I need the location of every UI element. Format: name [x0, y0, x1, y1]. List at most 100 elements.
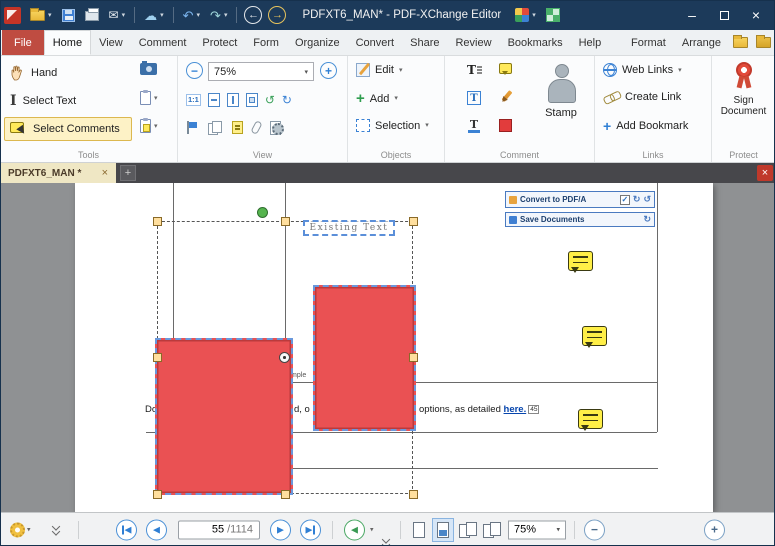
tab-organize[interactable]: Organize — [287, 30, 348, 55]
first-page-button[interactable]: ◀ — [116, 519, 137, 540]
last-page-button[interactable]: ▶ — [300, 519, 321, 540]
create-link-button[interactable]: Create Link — [603, 91, 681, 103]
snapshot-button[interactable] — [140, 63, 157, 75]
document-tab[interactable]: PDFXT6_MAN * × — [0, 163, 116, 183]
text-box-tool-button[interactable]: T — [467, 91, 481, 105]
tab-home[interactable]: Home — [44, 30, 91, 55]
web-links-button[interactable]: Web Links▾ — [603, 63, 682, 77]
cloud-button[interactable]: ☁▾ — [140, 7, 168, 24]
add-bookmark-button[interactable]: +Add Bookmark — [603, 119, 688, 133]
print-button[interactable] — [81, 7, 103, 23]
red-rectangle-annotation-1[interactable] — [313, 285, 416, 431]
tab-format[interactable]: Format — [623, 30, 674, 55]
tab-arrange[interactable]: Arrange — [674, 30, 729, 55]
selection-center-handle[interactable] — [279, 352, 290, 363]
tab-file[interactable]: File — [2, 30, 44, 55]
quick-launch-button-2[interactable] — [752, 30, 775, 55]
tab-share[interactable]: Share — [402, 30, 447, 55]
redo-button[interactable]: ↷▾ — [206, 7, 231, 24]
fit-width-icon[interactable] — [208, 93, 220, 107]
tab-close-icon[interactable]: × — [102, 168, 108, 179]
add-objects-button[interactable]: +Add▾ — [356, 91, 398, 106]
tab-view[interactable]: View — [91, 30, 131, 55]
attachments-pane-icon[interactable] — [250, 120, 262, 135]
selection-handle[interactable] — [281, 217, 290, 226]
view-mode-continuous-button[interactable] — [480, 518, 502, 542]
tab-convert[interactable]: Convert — [348, 30, 403, 55]
pdf-page[interactable]: Convert to PDF/A ✓ ↻ ↺ Save Documents ↻ … — [75, 183, 713, 512]
selection-handle[interactable] — [409, 353, 418, 362]
red-rectangle-annotation-2[interactable] — [155, 338, 293, 495]
options-button[interactable]: ▾ — [10, 522, 31, 537]
new-tab-button[interactable]: + — [120, 165, 136, 181]
view-mode-two-pages-button[interactable] — [456, 518, 478, 542]
hand-tool-button[interactable]: Hand — [4, 61, 128, 85]
selection-handle[interactable] — [153, 353, 162, 362]
stamp-button[interactable]: Stamp — [533, 62, 589, 119]
edit-objects-button[interactable]: Edit▾ — [356, 63, 402, 77]
zoom-out-button[interactable]: − — [584, 519, 605, 540]
collapse-statusbar-button[interactable] — [52, 523, 62, 536]
select-comments-tool-button[interactable]: Select Comments — [4, 117, 132, 141]
tab-protect[interactable]: Protect — [194, 30, 245, 55]
tab-form[interactable]: Form — [245, 30, 287, 55]
selection-handle[interactable] — [409, 490, 418, 499]
rectangle-tool-button[interactable] — [499, 119, 512, 132]
zoom-in-ribbon-button[interactable]: + — [320, 62, 337, 79]
selection-handle[interactable] — [281, 490, 290, 499]
paste-button[interactable]: ▾ — [140, 91, 158, 105]
fit-page-icon[interactable] — [246, 93, 258, 107]
zoom-out-ribbon-button[interactable]: − — [186, 62, 203, 79]
quick-launch-button-1[interactable] — [729, 30, 752, 55]
sessions-button[interactable] — [542, 6, 564, 24]
typewriter-tool-button[interactable]: T — [467, 63, 483, 77]
close-button[interactable]: × — [741, 3, 771, 27]
selection-handle[interactable] — [409, 217, 418, 226]
sticky-note-comment[interactable] — [582, 326, 607, 346]
bookmarks-pane-icon[interactable] — [186, 121, 198, 134]
next-page-button[interactable]: ▶ — [270, 519, 291, 540]
plugins-button[interactable]: ▾ — [511, 6, 540, 24]
selection-handle[interactable] — [153, 217, 162, 226]
tab-comment[interactable]: Comment — [131, 30, 195, 55]
view-history-caret[interactable]: ▾ — [370, 526, 374, 533]
page-number-input[interactable]: 55 /1114 — [178, 520, 260, 539]
selection-handle[interactable] — [153, 490, 162, 499]
view-mode-fit-button[interactable] — [432, 518, 454, 542]
actual-size-icon[interactable]: 1:1 — [186, 94, 201, 106]
sticky-note-comment[interactable] — [568, 251, 593, 271]
previous-view-button[interactable]: ◀ — [344, 519, 365, 540]
select-text-tool-button[interactable]: I Select Text — [4, 89, 128, 113]
green-endpoint-handle[interactable] — [257, 207, 268, 218]
open-file-button[interactable]: ▾ — [26, 8, 56, 23]
close-pane-button[interactable]: × — [757, 165, 773, 181]
undo-button[interactable]: ↶▾ — [179, 7, 204, 24]
more-navigation-button[interactable] — [382, 536, 392, 546]
properties-pane-icon[interactable] — [270, 121, 284, 134]
zoom-in-button[interactable]: + — [704, 519, 725, 540]
maximize-button[interactable] — [709, 3, 739, 27]
nav-back-button[interactable]: ← — [244, 6, 262, 24]
zoom-select[interactable]: 75%▾ — [508, 520, 566, 539]
callout-tool-button[interactable]: T — [467, 119, 481, 133]
nav-forward-button[interactable]: → — [268, 6, 286, 24]
rotate-left-icon[interactable]: ↺ — [265, 94, 275, 106]
here-link[interactable]: here. — [504, 404, 527, 415]
sticky-note-tool-button[interactable] — [499, 63, 512, 74]
pencil-tool-button[interactable] — [499, 91, 513, 105]
page-ref-badge[interactable]: 45 — [528, 405, 539, 414]
selection-button[interactable]: Selection▾ — [356, 119, 429, 132]
existing-text-annotation[interactable]: Existing Text — [303, 220, 395, 236]
email-button[interactable]: ✉▾ — [105, 7, 130, 23]
clipboard-options-button[interactable]: ▾ — [140, 119, 158, 133]
tab-bookmarks[interactable]: Bookmarks — [500, 30, 571, 55]
tab-review[interactable]: Review — [447, 30, 499, 55]
sticky-note-comment[interactable] — [578, 409, 603, 429]
view-mode-single-button[interactable] — [408, 518, 430, 542]
save-button[interactable] — [58, 7, 79, 24]
previous-page-button[interactable]: ◀ — [146, 519, 167, 540]
fit-height-icon[interactable] — [227, 93, 239, 107]
comments-pane-icon[interactable] — [232, 121, 243, 134]
thumbnails-pane-icon[interactable] — [208, 121, 222, 134]
rotate-right-icon[interactable]: ↻ — [282, 94, 292, 106]
